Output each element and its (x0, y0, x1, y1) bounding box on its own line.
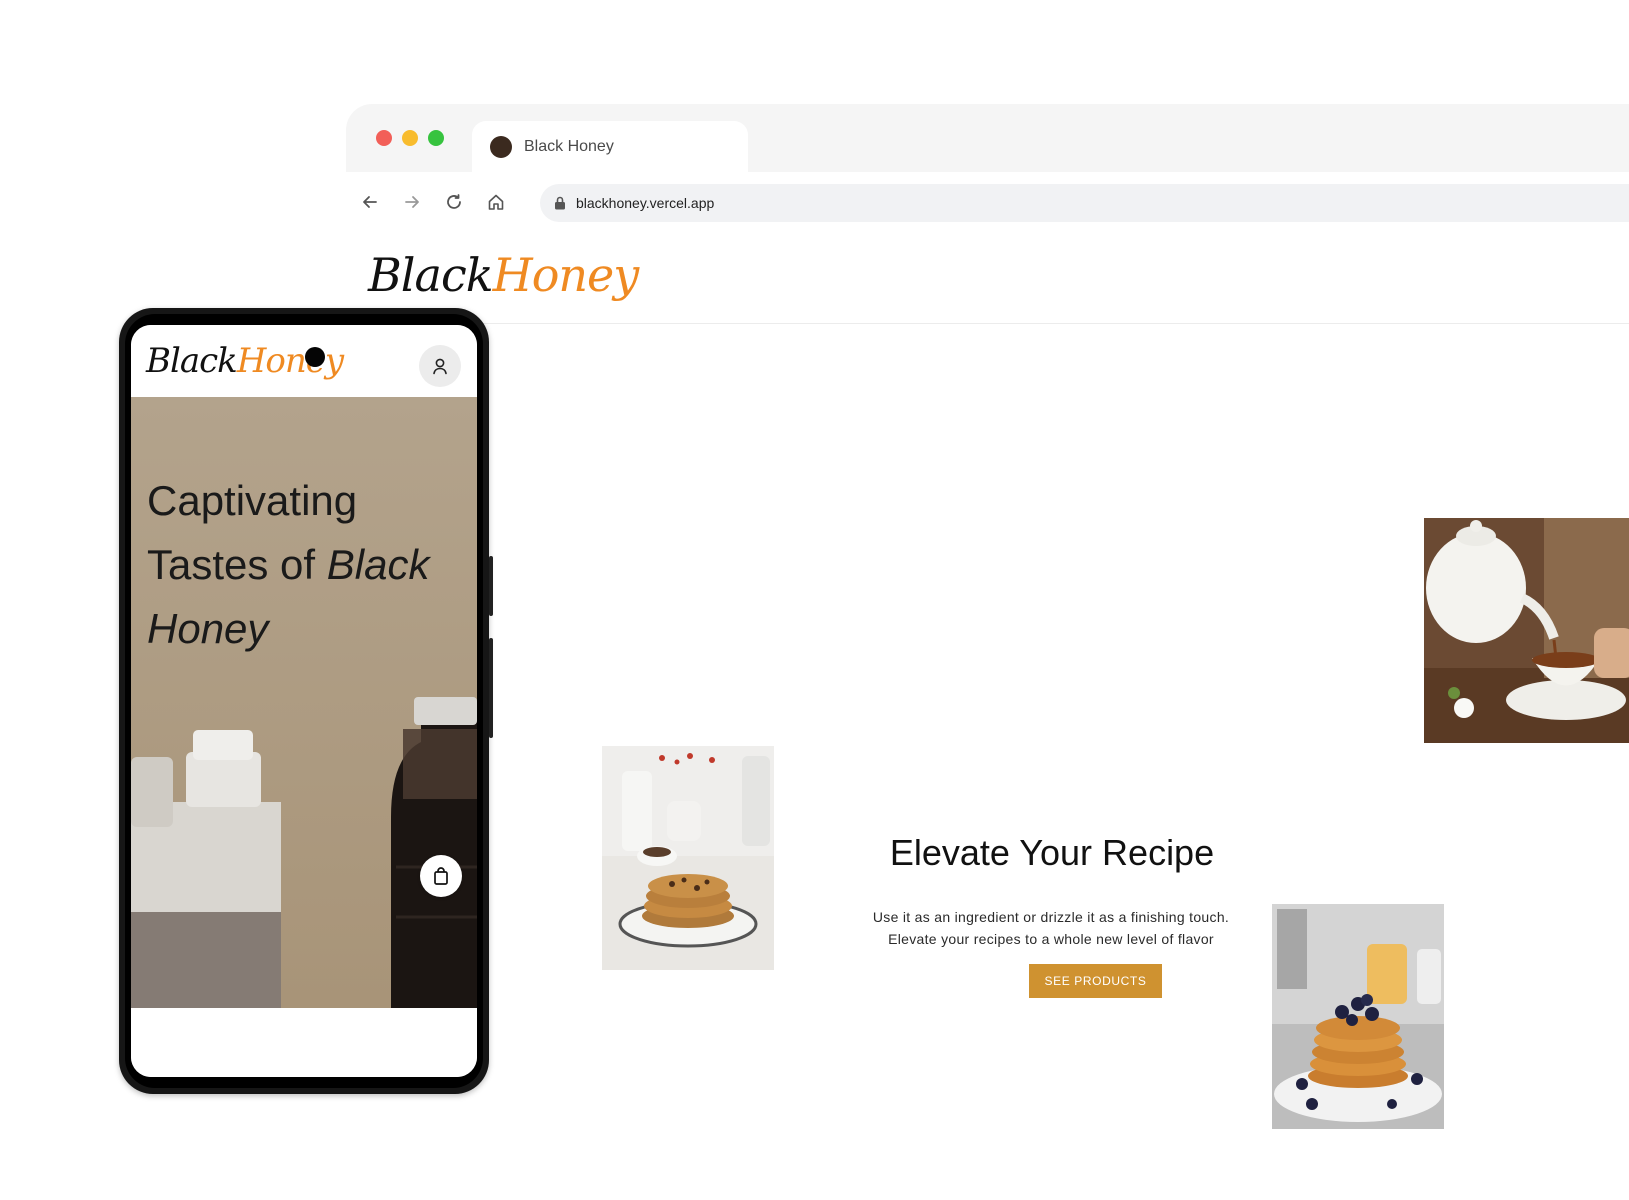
phone-side-button (489, 556, 493, 616)
hero-copy: Use it as an ingredient or drizzle it as… (846, 906, 1256, 950)
arrow-left-icon (363, 196, 377, 208)
hero-copy-line-1: Use it as an ingredient or drizzle it as… (872, 909, 1230, 925)
reload-icon (447, 194, 461, 209)
url-text: blackhoney.vercel.app (576, 195, 715, 211)
hero-heading: Elevate Your Recipe (889, 832, 1215, 873)
lock-icon (555, 196, 565, 210)
tab-title: Black Honey (524, 137, 614, 155)
pancakes-photo (1272, 904, 1444, 1129)
hero-section: Elevate Your Recipe Use it as an ingredi… (346, 324, 1629, 1200)
reload-button[interactable] (438, 186, 470, 218)
camera-icon (305, 347, 325, 367)
browser-toolbar: blackhoney.vercel.app (346, 172, 1629, 238)
mobile-hero-title: Captivating Tastes of Black Honey (147, 469, 467, 661)
favicon-icon (490, 135, 512, 158)
address-bar[interactable]: blackhoney.vercel.app (540, 184, 1629, 222)
tab-bar: Black Honey (346, 104, 1629, 172)
phone-mockup: BlackHoney Captivating Tastes of Black H… (119, 308, 493, 1094)
back-button[interactable] (354, 186, 386, 218)
minimize-window-button[interactable] (402, 130, 418, 146)
mobile-logo-honey-text: Honey (236, 341, 344, 381)
stage: Black Honey blackhoney.vercel.app BlackH… (0, 0, 1629, 1200)
home-icon (488, 194, 504, 210)
phone-volume-button (489, 638, 493, 738)
window-controls (376, 130, 444, 146)
mobile-bottom-area (131, 1008, 477, 1077)
hero-title: Elevate Your Recipe (862, 832, 1242, 874)
account-button[interactable] (419, 345, 461, 387)
mobile-header: BlackHoney (131, 325, 477, 397)
mobile-hero-title-plain: Captivating Tastes of (147, 477, 358, 588)
see-products-button[interactable]: SEE PRODUCTS (1029, 964, 1162, 998)
tea-photo (1424, 518, 1629, 743)
site-logo[interactable]: BlackHoney (368, 248, 640, 302)
forward-button[interactable] (396, 186, 428, 218)
shopping-bag-icon (434, 867, 448, 885)
arrow-right-icon (405, 196, 419, 208)
user-icon (433, 358, 447, 375)
cookies-photo (602, 746, 774, 970)
close-window-button[interactable] (376, 130, 392, 146)
hero-copy-line-2: Elevate your recipes to a whole new leve… (888, 931, 1214, 947)
phone-screen: BlackHoney Captivating Tastes of Black H… (131, 325, 477, 1077)
mobile-hero: Captivating Tastes of Black Honey (131, 397, 477, 1008)
maximize-window-button[interactable] (428, 130, 444, 146)
browser-window: Black Honey blackhoney.vercel.app BlackH… (346, 104, 1629, 1200)
logo-honey-text: Honey (492, 248, 640, 302)
site-header: BlackHoney (346, 238, 1629, 324)
home-button[interactable] (480, 186, 512, 218)
cart-button[interactable] (420, 855, 462, 897)
browser-tab[interactable]: Black Honey (472, 121, 748, 172)
logo-black-text: Black (368, 248, 494, 302)
mobile-logo-black-text: Black (146, 341, 238, 381)
